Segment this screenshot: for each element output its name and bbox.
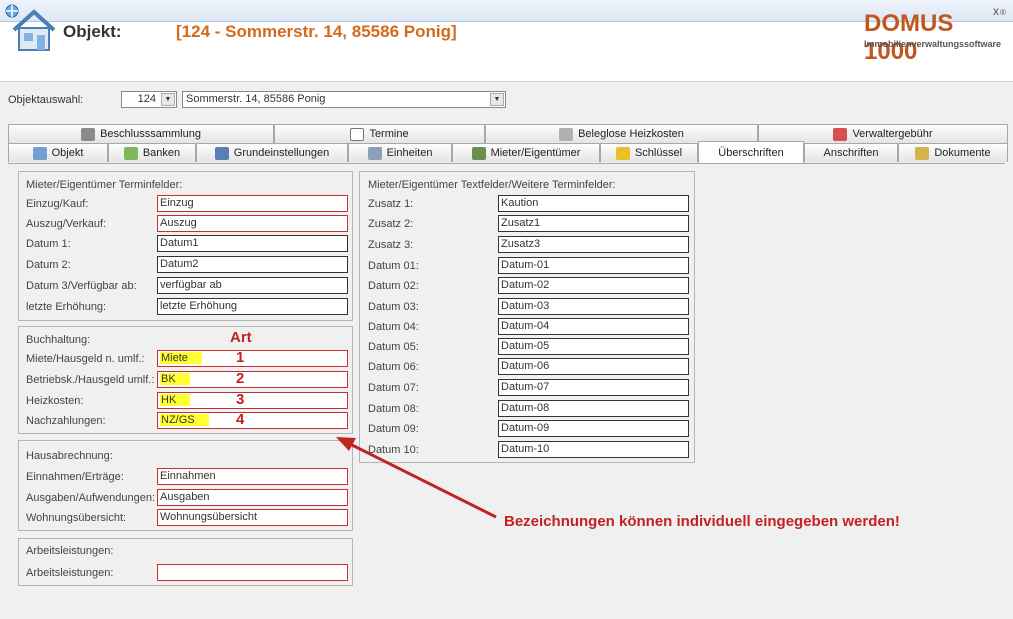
tab-ueberschriften[interactable]: Überschriften — [698, 141, 804, 163]
annotation-text: Bezeichnungen können individuell eingege… — [504, 513, 900, 530]
tab-label: Überschriften — [718, 146, 784, 159]
